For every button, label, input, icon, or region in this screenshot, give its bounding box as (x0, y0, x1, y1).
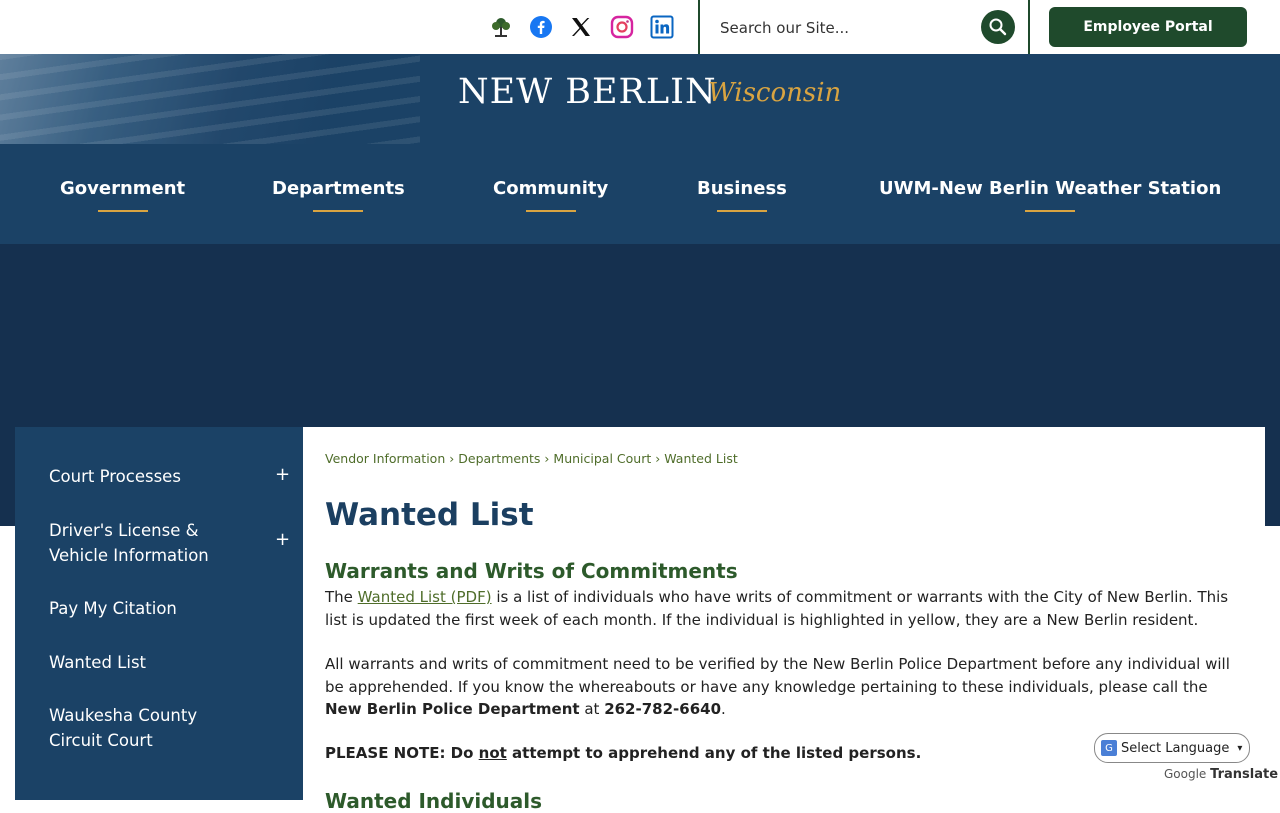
sidebar: Court Processes + Driver's License & Veh… (15, 427, 303, 800)
google-translate-icon: G (1101, 740, 1117, 756)
nav-item-government[interactable]: Government (60, 178, 185, 212)
intro-paragraph: The Wanted List (PDF) is a list of indiv… (325, 588, 1229, 629)
nav-item-business[interactable]: Business (697, 178, 787, 212)
nav-item-community[interactable]: Community (493, 178, 608, 212)
section-heading-wanted-individuals: Wanted Individuals (325, 789, 543, 813)
breadcrumb-current[interactable]: Wanted List (664, 451, 738, 466)
nav-underline (97, 210, 148, 212)
search-input[interactable] (718, 14, 977, 42)
breadcrumb-separator: › (655, 451, 661, 466)
breadcrumb-link[interactable]: Departments (458, 451, 540, 466)
breadcrumb-separator: › (449, 451, 455, 466)
nav-item-departments[interactable]: Departments (272, 178, 405, 212)
sidebar-item-pay-citation[interactable]: Pay My Citation (49, 596, 249, 621)
expand-toggle[interactable]: + (275, 529, 290, 550)
site-logo-subtitle[interactable]: Wisconsin (708, 78, 841, 108)
nav-underline (525, 210, 576, 212)
sidebar-item-circuit-court[interactable]: Waukesha County Circuit Court (49, 703, 229, 753)
tree-icon[interactable] (488, 14, 514, 40)
breadcrumb: Vendor Information › Departments › Municipal… (325, 451, 738, 466)
sidebar-item-wanted-list[interactable]: Wanted List (49, 650, 249, 675)
linkedin-icon[interactable] (649, 14, 675, 40)
sidebar-item-drivers-license[interactable]: Driver's License & Vehicle Information (49, 518, 249, 568)
header-banner: NEW BERLIN Wisconsin (0, 54, 1280, 144)
powered-by-google[interactable]: Google Translate (1164, 767, 1278, 782)
search-button[interactable] (981, 10, 1015, 44)
nav-underline (313, 210, 364, 212)
nav-underline (716, 210, 767, 212)
page-title: Wanted List (325, 497, 534, 533)
search-icon (989, 18, 1007, 36)
search-bar (698, 0, 1030, 54)
main-nav: Government Departments Community Busines… (0, 144, 1280, 244)
facebook-icon[interactable] (528, 14, 554, 40)
wanted-list-pdf-link[interactable]: Wanted List (PDF) (358, 588, 492, 606)
sidebar-item-court-processes[interactable]: Court Processes (49, 464, 249, 489)
phone-number: 262-782-6640 (604, 700, 722, 718)
employee-portal-button[interactable]: Employee Portal (1049, 7, 1247, 47)
chevron-down-icon: ▾ (1237, 742, 1243, 754)
top-bar: Employee Portal (0, 0, 1280, 54)
breadcrumb-link[interactable]: Municipal Court (553, 451, 651, 466)
expand-toggle[interactable]: + (275, 464, 290, 485)
site-logo[interactable]: NEW BERLIN (458, 72, 717, 112)
nav-underline (1025, 210, 1076, 212)
section-heading: Warrants and Writs of Commitments (325, 559, 738, 583)
instagram-icon[interactable] (609, 14, 635, 40)
language-select[interactable]: G Select Language ▾ (1094, 733, 1250, 763)
breadcrumb-separator: › (544, 451, 550, 466)
x-icon[interactable] (568, 14, 594, 40)
flag-background (0, 54, 420, 144)
breadcrumb-link[interactable]: Vendor Information (325, 451, 445, 466)
instructions-paragraph: All warrants and writs of commitment nee… (325, 655, 1230, 718)
police-department-name: New Berlin Police Department (325, 700, 580, 718)
nav-item-weather-station[interactable]: UWM-New Berlin Weather Station (879, 178, 1221, 212)
